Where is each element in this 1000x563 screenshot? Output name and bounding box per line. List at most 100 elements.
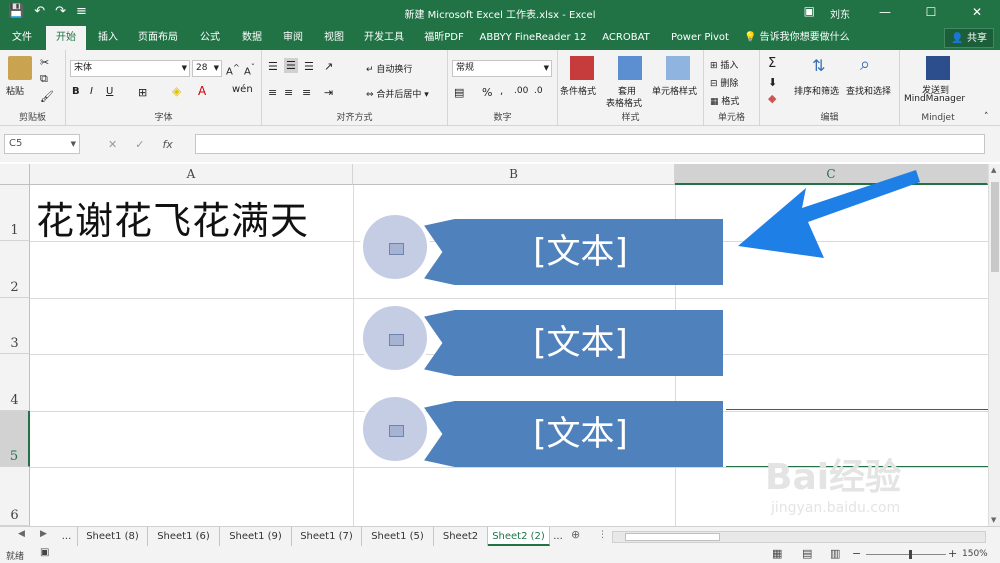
fill-color-icon[interactable]: ◈ — [172, 84, 181, 98]
indent-icon[interactable]: ⇥ — [324, 86, 333, 99]
smartart-item-1[interactable]: [文本] — [360, 212, 723, 285]
align-top-icon[interactable]: ☰ — [268, 60, 278, 73]
sheet-tab[interactable]: Sheet1 (8) — [78, 527, 148, 546]
scroll-thumb[interactable] — [625, 533, 720, 541]
sheet-tab[interactable]: Sheet1 (6) — [148, 527, 220, 546]
formula-input[interactable] — [195, 134, 985, 154]
format-cells-button[interactable]: ▦ 格式 — [710, 94, 739, 107]
column-header-b[interactable]: B — [353, 164, 675, 185]
font-name-combo[interactable]: 宋体 ▼ — [70, 60, 190, 77]
scroll-down-icon[interactable]: ▼ — [991, 516, 996, 524]
name-box[interactable]: C5 ▼ — [4, 134, 80, 154]
tab-insert[interactable]: 插入 — [90, 26, 126, 50]
tab-home[interactable]: 开始 — [46, 26, 86, 50]
autosum-icon[interactable]: Σ — [768, 56, 776, 71]
row-header-6[interactable]: 6 — [0, 467, 30, 526]
insert-function-button[interactable]: fx — [162, 138, 172, 151]
sheet-tab[interactable]: Sheet1 (7) — [292, 527, 362, 546]
enter-icon[interactable]: ✓ — [135, 138, 144, 151]
font-size-combo[interactable]: 28 ▼ — [192, 60, 222, 77]
tab-acrobat[interactable]: ACROBAT — [596, 26, 656, 50]
insert-cells-button[interactable]: ⊞ 插入 — [710, 58, 738, 71]
delete-cells-button[interactable]: ⊟ 删除 — [710, 76, 738, 89]
sheet-tab-more-right[interactable]: ... — [550, 527, 566, 546]
vertical-scrollbar[interactable]: ▲ ▼ — [988, 164, 1000, 526]
percent-button[interactable]: % — [482, 86, 492, 99]
borders-icon[interactable]: ⊞ — [138, 86, 147, 99]
smartart-text-box[interactable]: [文本] — [424, 219, 723, 285]
tab-view[interactable]: 视图 — [316, 26, 352, 50]
copy-icon[interactable]: ⧉ — [40, 72, 48, 86]
cell-styles-button[interactable]: 单元格样式 — [652, 84, 697, 97]
align-right-icon[interactable]: ≡ — [302, 86, 311, 99]
normal-view-icon[interactable]: ▦ — [772, 547, 782, 560]
collapse-ribbon-icon[interactable]: ˄ — [984, 112, 989, 122]
row-header-4[interactable]: 4 — [0, 354, 30, 411]
accounting-icon[interactable]: ▤ — [454, 86, 464, 99]
tab-abbyy[interactable]: ABBYY FineReader 12 — [478, 26, 588, 50]
fill-icon[interactable]: ⬇ — [768, 76, 777, 89]
smartart-text-box[interactable]: [文本] — [424, 310, 723, 376]
tab-formulas[interactable]: 公式 — [192, 26, 228, 50]
bold-button[interactable]: B — [72, 86, 80, 97]
maximize-button[interactable]: ☐ — [908, 0, 954, 26]
align-bottom-icon[interactable]: ☰ — [304, 60, 314, 73]
page-break-view-icon[interactable]: ▥ — [830, 547, 840, 560]
scroll-up-icon[interactable]: ▲ — [991, 166, 996, 174]
zoom-in-icon[interactable]: + — [948, 547, 957, 560]
phonetic-icon[interactable]: wén — [232, 84, 253, 95]
minimize-button[interactable]: — — [862, 0, 908, 26]
number-format-combo[interactable]: 常规 ▼ — [452, 60, 552, 77]
share-button[interactable]: 👤 共享 — [944, 28, 994, 48]
tab-power-pivot[interactable]: Power Pivot — [664, 26, 736, 50]
sheet-tab[interactable]: Sheet1 (5) — [362, 527, 434, 546]
tab-data[interactable]: 数据 — [234, 26, 270, 50]
cell-a1[interactable]: 花谢花飞花满天 — [36, 190, 309, 245]
cancel-icon[interactable]: ✕ — [108, 138, 117, 151]
grow-font-icon[interactable]: A^ — [226, 62, 240, 77]
sheet-tab[interactable]: Sheet1 (9) — [220, 527, 292, 546]
macro-record-icon[interactable]: ▣ — [40, 547, 49, 558]
paste-button[interactable]: 粘贴 — [6, 84, 24, 97]
close-button[interactable]: ✕ — [954, 0, 1000, 26]
tab-file[interactable]: 文件 — [4, 26, 40, 50]
sheet-tab[interactable]: Sheet2 — [434, 527, 488, 546]
picture-placeholder[interactable] — [360, 212, 430, 282]
horizontal-scrollbar[interactable] — [612, 531, 986, 543]
italic-button[interactable]: I — [90, 86, 93, 97]
row-header-5[interactable]: 5 — [0, 411, 30, 467]
tab-review[interactable]: 审阅 — [275, 26, 311, 50]
zoom-slider-thumb[interactable] — [909, 550, 912, 559]
sort-filter-button[interactable]: 排序和筛选 — [794, 84, 839, 97]
sheet-tab-more-left[interactable]: ... — [56, 527, 78, 546]
sheet-tab-active[interactable]: Sheet2 (2) — [488, 527, 550, 546]
zoom-out-icon[interactable]: − — [852, 547, 861, 560]
cut-icon[interactable]: ✂ — [40, 56, 49, 69]
clear-icon[interactable]: ◆ — [768, 92, 776, 105]
merge-center-button[interactable]: ⇔ 合并后居中 ▾ — [366, 87, 429, 100]
increase-decimal-icon[interactable]: .00 — [514, 86, 528, 96]
row-header-3[interactable]: 3 — [0, 298, 30, 354]
page-layout-view-icon[interactable]: ▤ — [802, 547, 812, 560]
tell-me-box[interactable]: 💡 告诉我你想要做什么 — [744, 26, 850, 50]
find-select-button[interactable]: 查找和选择 — [846, 84, 891, 97]
format-painter-icon[interactable]: 🖌 — [40, 90, 54, 103]
decrease-decimal-icon[interactable]: .0 — [534, 86, 543, 96]
row-header-1[interactable]: 1 — [0, 185, 30, 241]
comma-icon[interactable]: , — [500, 86, 503, 97]
smartart-text-box[interactable]: [文本] — [424, 401, 723, 467]
tab-split-handle-icon[interactable]: ⋮ — [598, 530, 607, 540]
user-name[interactable]: 刘东 — [830, 6, 850, 21]
prev-sheet-icon[interactable]: ◀ — [18, 529, 25, 539]
font-color-icon[interactable]: A — [198, 84, 206, 98]
underline-button[interactable]: U — [106, 86, 113, 97]
smartart-item-2[interactable]: [文本] — [360, 303, 723, 376]
picture-placeholder[interactable] — [360, 394, 430, 464]
tab-foxit-pdf[interactable]: 福昕PDF — [418, 26, 470, 50]
conditional-format-button[interactable]: 条件格式 — [560, 84, 596, 97]
select-all-button[interactable] — [0, 164, 30, 185]
align-middle-icon[interactable]: ☰ — [284, 58, 298, 73]
ribbon-display-options-icon[interactable]: ▣ — [804, 4, 815, 18]
add-sheet-icon[interactable]: ⊕ — [571, 528, 580, 541]
wrap-text-button[interactable]: ↵ 自动换行 — [366, 62, 412, 75]
